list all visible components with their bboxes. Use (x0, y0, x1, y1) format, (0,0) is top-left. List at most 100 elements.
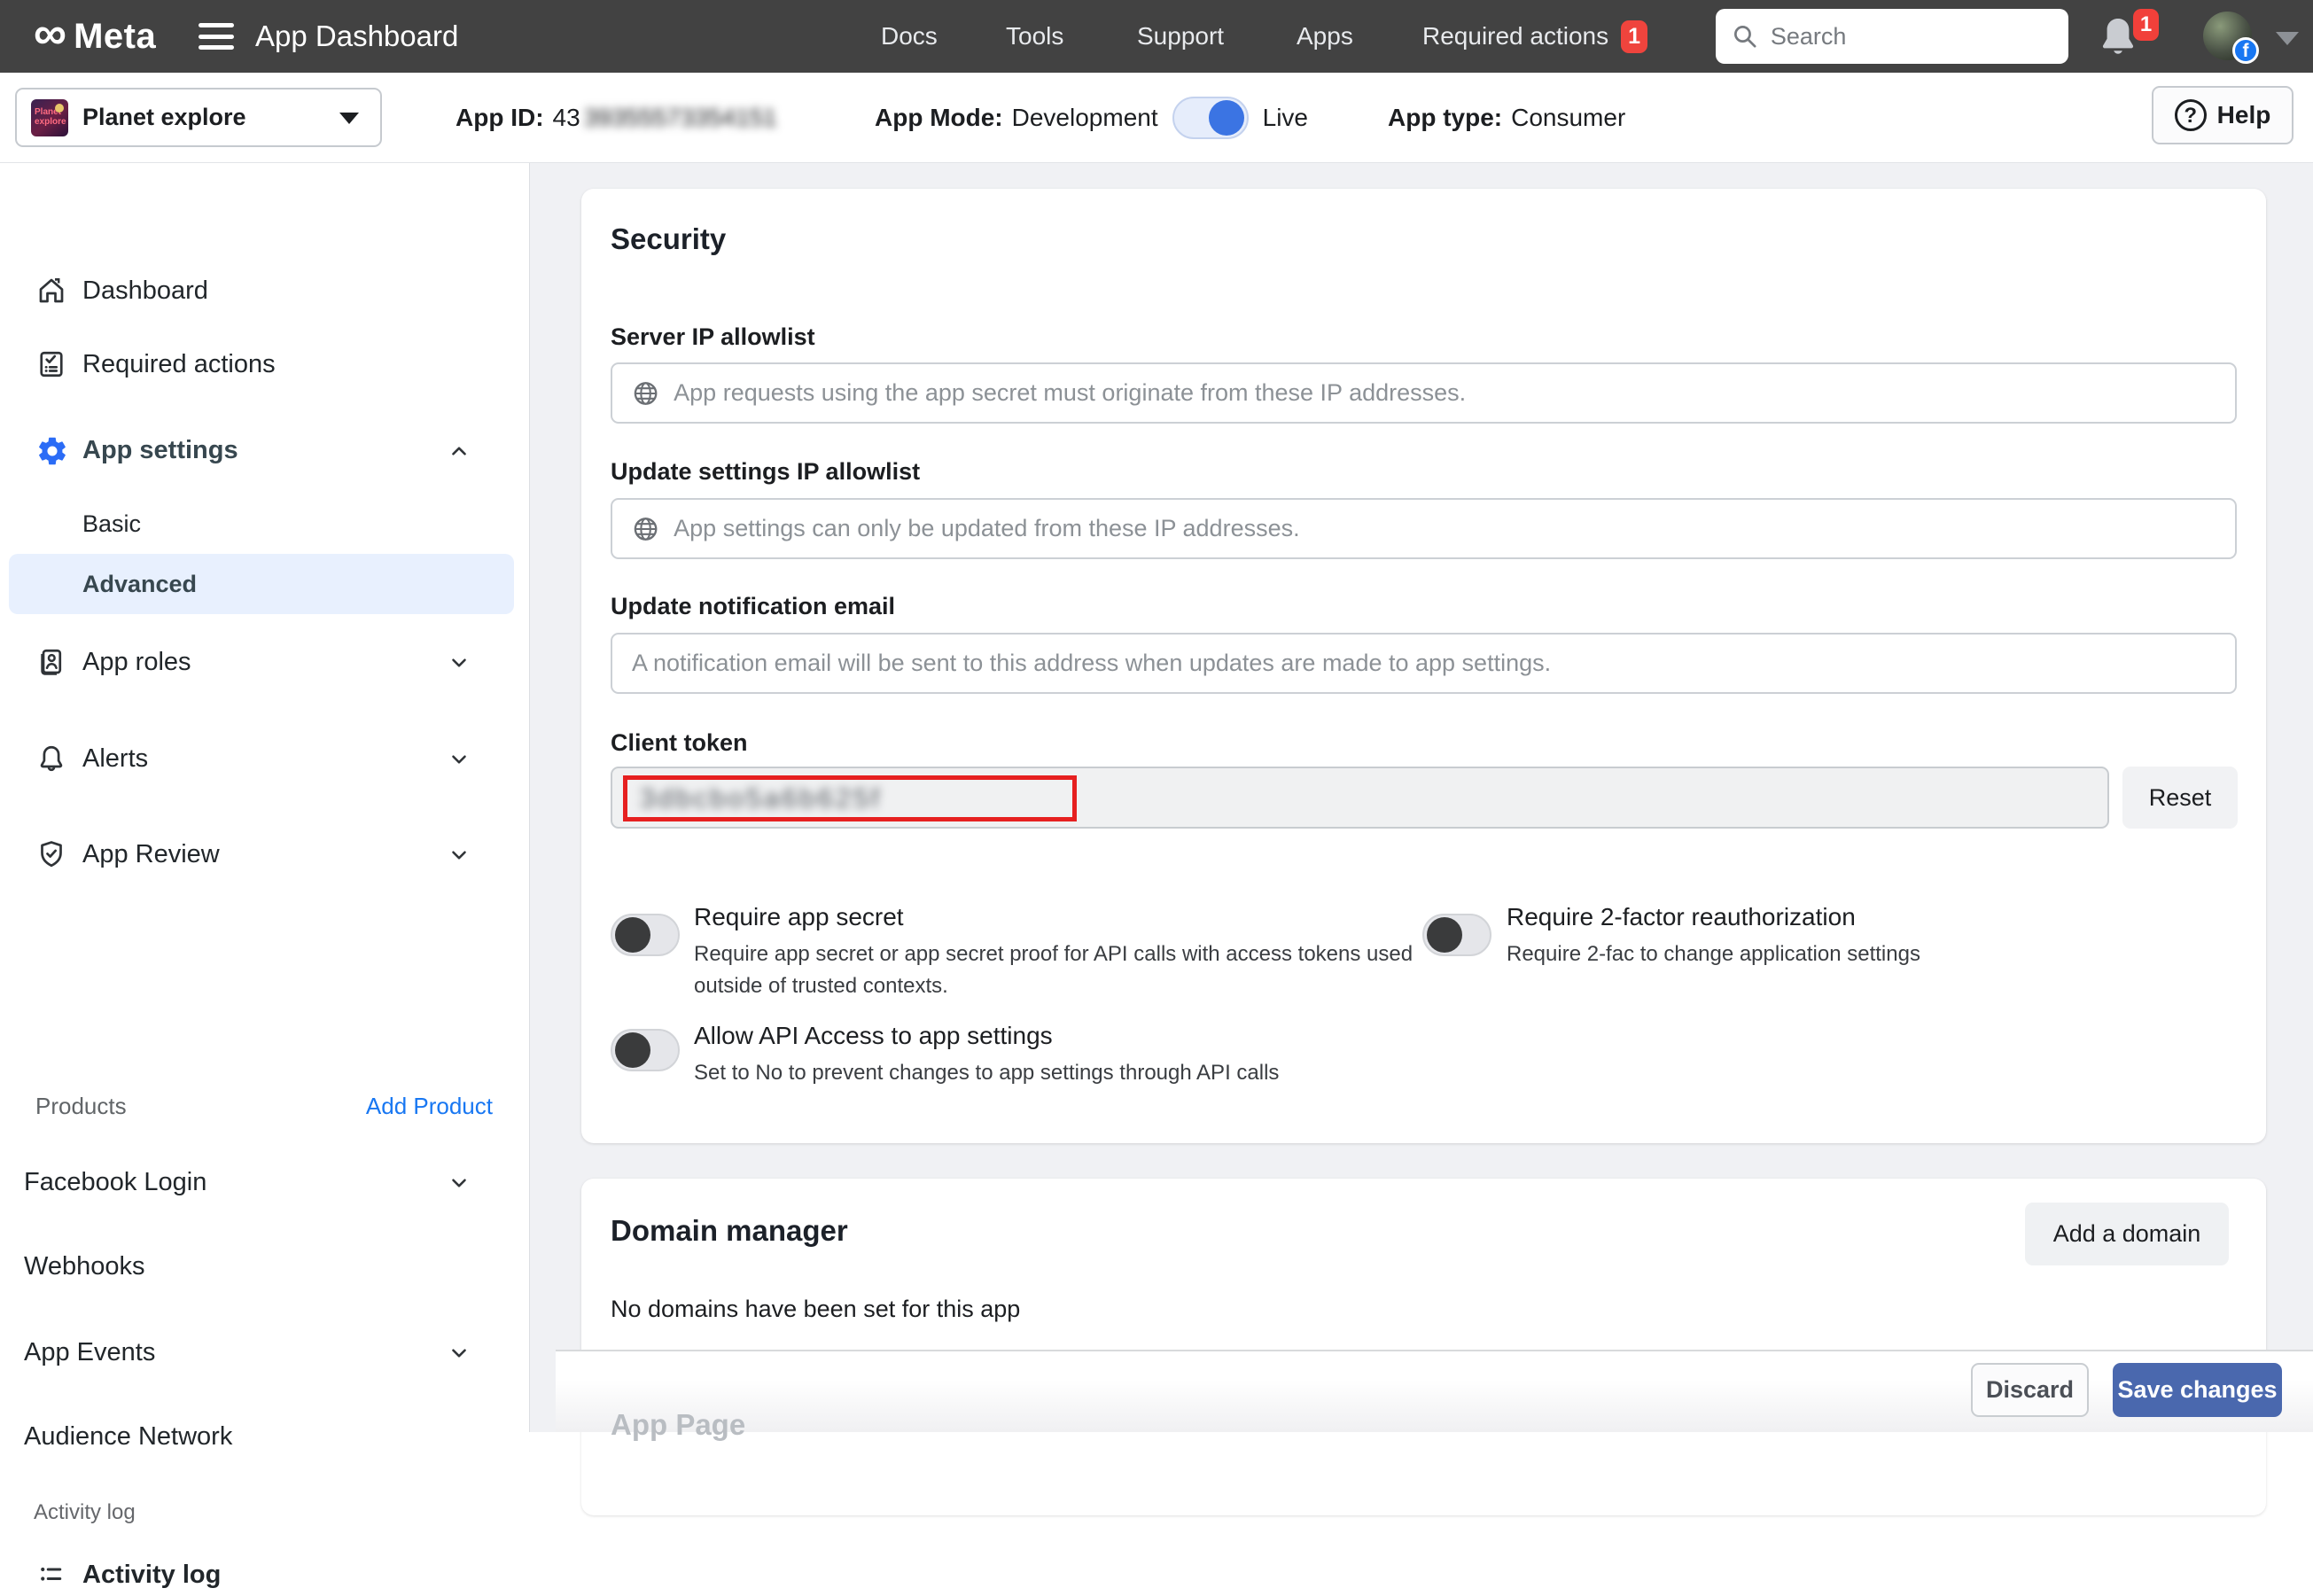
chevron-down-icon (448, 748, 471, 771)
require-app-secret-title: Require app secret (694, 903, 904, 931)
nav-link-apps[interactable]: Apps (1297, 0, 1353, 73)
allow-api-access-toggle[interactable] (611, 1029, 680, 1071)
domain-manager-card: Domain manager Add a domain No domains h… (581, 1179, 2266, 1515)
sidebar-item-basic[interactable]: Basic (0, 502, 530, 545)
app-page-section-title: App Page (611, 1408, 745, 1442)
server-ip-allowlist-field (611, 362, 2237, 424)
chevron-down-icon (339, 113, 359, 124)
chevron-down-icon (448, 651, 471, 674)
meta-logo[interactable]: ∞ Meta (34, 0, 156, 73)
domain-manager-title: Domain manager (611, 1214, 848, 1248)
sidebar-item-activity-log[interactable]: Activity log (0, 1553, 530, 1596)
products-section-header: Products Add Product (0, 1085, 530, 1127)
reset-client-token-button[interactable]: Reset (2122, 767, 2238, 829)
meta-brand-text: Meta (74, 17, 156, 57)
update-notification-email-input[interactable] (632, 650, 2216, 677)
app-selector-dropdown[interactable]: Planet explore Planet explore (15, 88, 382, 147)
require-2fac-toggle[interactable] (1422, 914, 1491, 956)
list-icon (35, 1559, 67, 1591)
meta-infinity-icon: ∞ (34, 11, 66, 57)
top-navbar: ∞ Meta App Dashboard Docs Tools Support … (0, 0, 2313, 73)
add-domain-button[interactable]: Add a domain (2025, 1203, 2229, 1265)
update-settings-ip-label: Update settings IP allowlist (611, 458, 920, 486)
hamburger-menu-icon[interactable] (199, 23, 234, 50)
update-settings-ip-input[interactable] (674, 515, 2216, 542)
nav-link-docs[interactable]: Docs (881, 0, 938, 73)
sidebar-item-app-roles[interactable]: App roles (0, 641, 530, 683)
search-input[interactable] (1771, 23, 2052, 51)
help-button[interactable]: ? Help (2152, 86, 2294, 144)
required-actions-label: Required actions (1422, 22, 1608, 51)
require-app-secret-toggle[interactable] (611, 914, 680, 956)
activity-log-section-label: Activity log (34, 1495, 530, 1530)
avatar[interactable]: f (2203, 12, 2252, 60)
live-mode-toggle[interactable] (1172, 97, 1249, 139)
navbar-search (1716, 9, 2068, 64)
update-notification-email-label: Update notification email (611, 593, 895, 620)
sidebar: Dashboard Required actions App settings … (0, 163, 530, 1432)
sidebar-item-app-review[interactable]: App Review (0, 833, 530, 876)
nav-link-required-actions[interactable]: Required actions 1 (1422, 0, 1647, 73)
app-id-label: App ID: (456, 104, 544, 132)
domain-empty-text: No domains have been set for this app (611, 1296, 1020, 1323)
require-2fac-desc: Require 2-fac to change application sett… (1507, 938, 2180, 970)
app-id-redacted: 39355573354151 (584, 104, 777, 132)
home-icon (35, 275, 67, 307)
client-token-label: Client token (611, 729, 748, 757)
require-app-secret-desc: Require app secret or app secret proof f… (694, 938, 1421, 1002)
required-actions-badge: 1 (1621, 20, 1647, 53)
require-2fac-title: Require 2-factor reauthorization (1507, 903, 1856, 931)
discard-button[interactable]: Discard (1971, 1363, 2089, 1417)
app-type: App type: Consumer (1388, 73, 1625, 163)
app-mode: App Mode: Development Live (875, 73, 1308, 163)
sidebar-item-facebook-login[interactable]: Facebook Login (0, 1161, 530, 1203)
app-mode-value: Development (1012, 104, 1158, 132)
allow-api-access-title: Allow API Access to app settings (694, 1022, 1053, 1050)
question-mark-icon: ? (2175, 99, 2207, 131)
bell-outline-icon (35, 743, 67, 775)
nav-link-tools[interactable]: Tools (1006, 0, 1063, 73)
save-footer-bar: App Page Discard Save changes (556, 1350, 2313, 1432)
app-mode-label: App Mode: (875, 104, 1003, 132)
app-type-label: App type: (1388, 104, 1502, 132)
globe-icon (632, 379, 659, 408)
toggle-knob (1209, 100, 1244, 136)
update-notification-email-field (611, 633, 2237, 694)
allow-api-access-desc: Set to No to prevent changes to app sett… (694, 1057, 1491, 1089)
sidebar-item-alerts[interactable]: Alerts (0, 737, 530, 780)
server-ip-allowlist-label: Server IP allowlist (611, 323, 815, 351)
sidebar-item-app-settings[interactable]: App settings (0, 429, 530, 471)
security-card: Security Server IP allowlist Update sett… (581, 189, 2266, 1143)
sidebar-item-audience-network[interactable]: Audience Network (0, 1415, 530, 1458)
app-selector-name: Planet explore (82, 104, 246, 131)
notification-count-badge: 1 (2133, 9, 2159, 41)
planet-explore-app-icon: Planet explore (31, 99, 68, 136)
toggle-knob (1427, 917, 1462, 953)
client-token-value: 3dbcbo5a6b625f (640, 782, 882, 814)
checklist-icon (35, 348, 67, 380)
nav-link-support[interactable]: Support (1137, 0, 1224, 73)
chevron-down-icon (448, 1342, 471, 1365)
client-token-field: 3dbcbo5a6b625f (611, 767, 2109, 829)
chevron-up-icon (448, 440, 471, 463)
chevron-down-icon (448, 1172, 471, 1195)
sidebar-item-advanced[interactable]: Advanced (0, 563, 530, 605)
chevron-down-icon (448, 844, 471, 867)
save-changes-button[interactable]: Save changes (2113, 1363, 2282, 1417)
live-label: Live (1263, 104, 1308, 132)
shield-check-icon (35, 838, 67, 870)
security-title: Security (611, 222, 726, 256)
update-settings-ip-field (611, 498, 2237, 559)
profile-menu-caret-icon[interactable] (2276, 32, 2299, 45)
sidebar-item-webhooks[interactable]: Webhooks (0, 1245, 530, 1288)
add-product-link[interactable]: Add Product (366, 1085, 493, 1127)
toggle-knob (615, 1032, 650, 1068)
sidebar-item-required-actions[interactable]: Required actions (0, 343, 530, 385)
app-id-visible: 43 (553, 104, 580, 132)
products-label: Products (35, 1085, 127, 1127)
sidebar-item-dashboard[interactable]: Dashboard (0, 269, 530, 312)
server-ip-allowlist-input[interactable] (674, 379, 2216, 407)
sidebar-item-app-events[interactable]: App Events (0, 1331, 530, 1374)
notifications-button[interactable]: 1 (2097, 14, 2159, 64)
facebook-badge-icon: f (2232, 37, 2259, 64)
